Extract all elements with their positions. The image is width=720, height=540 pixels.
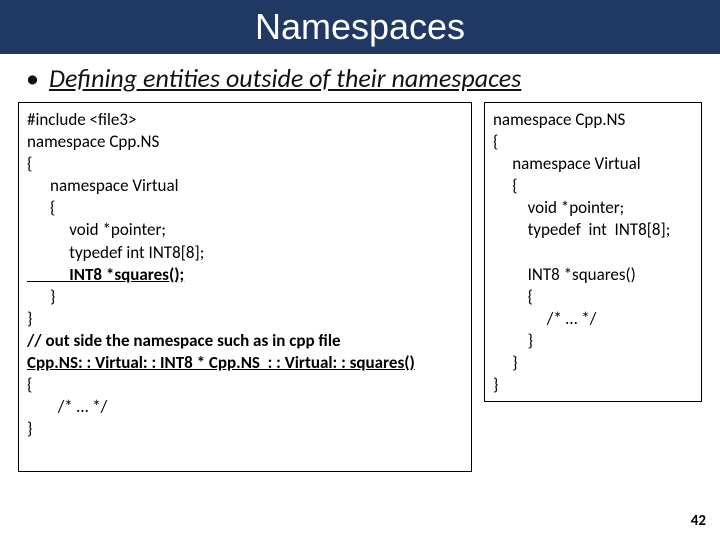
code-line: /* … */ <box>493 308 596 329</box>
code-line: { <box>493 175 518 196</box>
code-line: namespace Cpp.NS <box>493 109 625 130</box>
code-box-right: namespace Cpp.NS { namespace Virtual { v… <box>484 102 702 402</box>
slide-title: Namespaces <box>255 6 465 48</box>
code-line: { <box>493 131 498 152</box>
content-area: #include <file3> namespace Cpp.NS { name… <box>0 102 720 472</box>
subtitle-text: Defining entities outside of their names… <box>49 62 521 94</box>
code-line: } <box>493 374 498 395</box>
code-line: #include <file3> <box>27 109 136 130</box>
page-number: 42 <box>691 512 706 530</box>
code-line: { <box>27 153 32 174</box>
code-line-emph: INT8 *squares(); <box>27 264 184 285</box>
code-line: namespace Virtual <box>27 175 179 196</box>
subtitle-row: • Defining entities outside of their nam… <box>0 54 720 102</box>
bullet-dot: • <box>26 62 39 94</box>
code-line: namespace Cpp.NS <box>27 131 159 152</box>
code-line: typedef int INT8[8]; <box>493 219 670 240</box>
code-line: INT8 *squares() <box>493 264 636 285</box>
code-line: void *pointer; <box>493 197 624 218</box>
code-line: { <box>27 197 55 218</box>
code-line-comment: // out side the namespace such as in cpp… <box>27 330 341 351</box>
code-line: /* … */ <box>27 396 107 417</box>
code-line: typedef int INT8[8]; <box>27 242 204 263</box>
code-line: void *pointer; <box>27 219 166 240</box>
code-line: namespace Virtual <box>493 153 641 174</box>
code-line: } <box>493 352 518 373</box>
code-box-left: #include <file3> namespace Cpp.NS { name… <box>18 102 472 472</box>
code-line-emph: Cpp.NS: : Virtual: : INT8 * Cpp.NS : : V… <box>27 352 415 373</box>
slide: Namespaces • Defining entities outside o… <box>0 0 720 540</box>
code-line: } <box>27 308 32 329</box>
code-line: { <box>27 374 32 395</box>
code-line: { <box>493 286 533 307</box>
code-line: } <box>493 330 533 351</box>
title-bar: Namespaces <box>0 0 720 54</box>
code-line: } <box>27 418 32 439</box>
code-line: } <box>27 286 55 307</box>
